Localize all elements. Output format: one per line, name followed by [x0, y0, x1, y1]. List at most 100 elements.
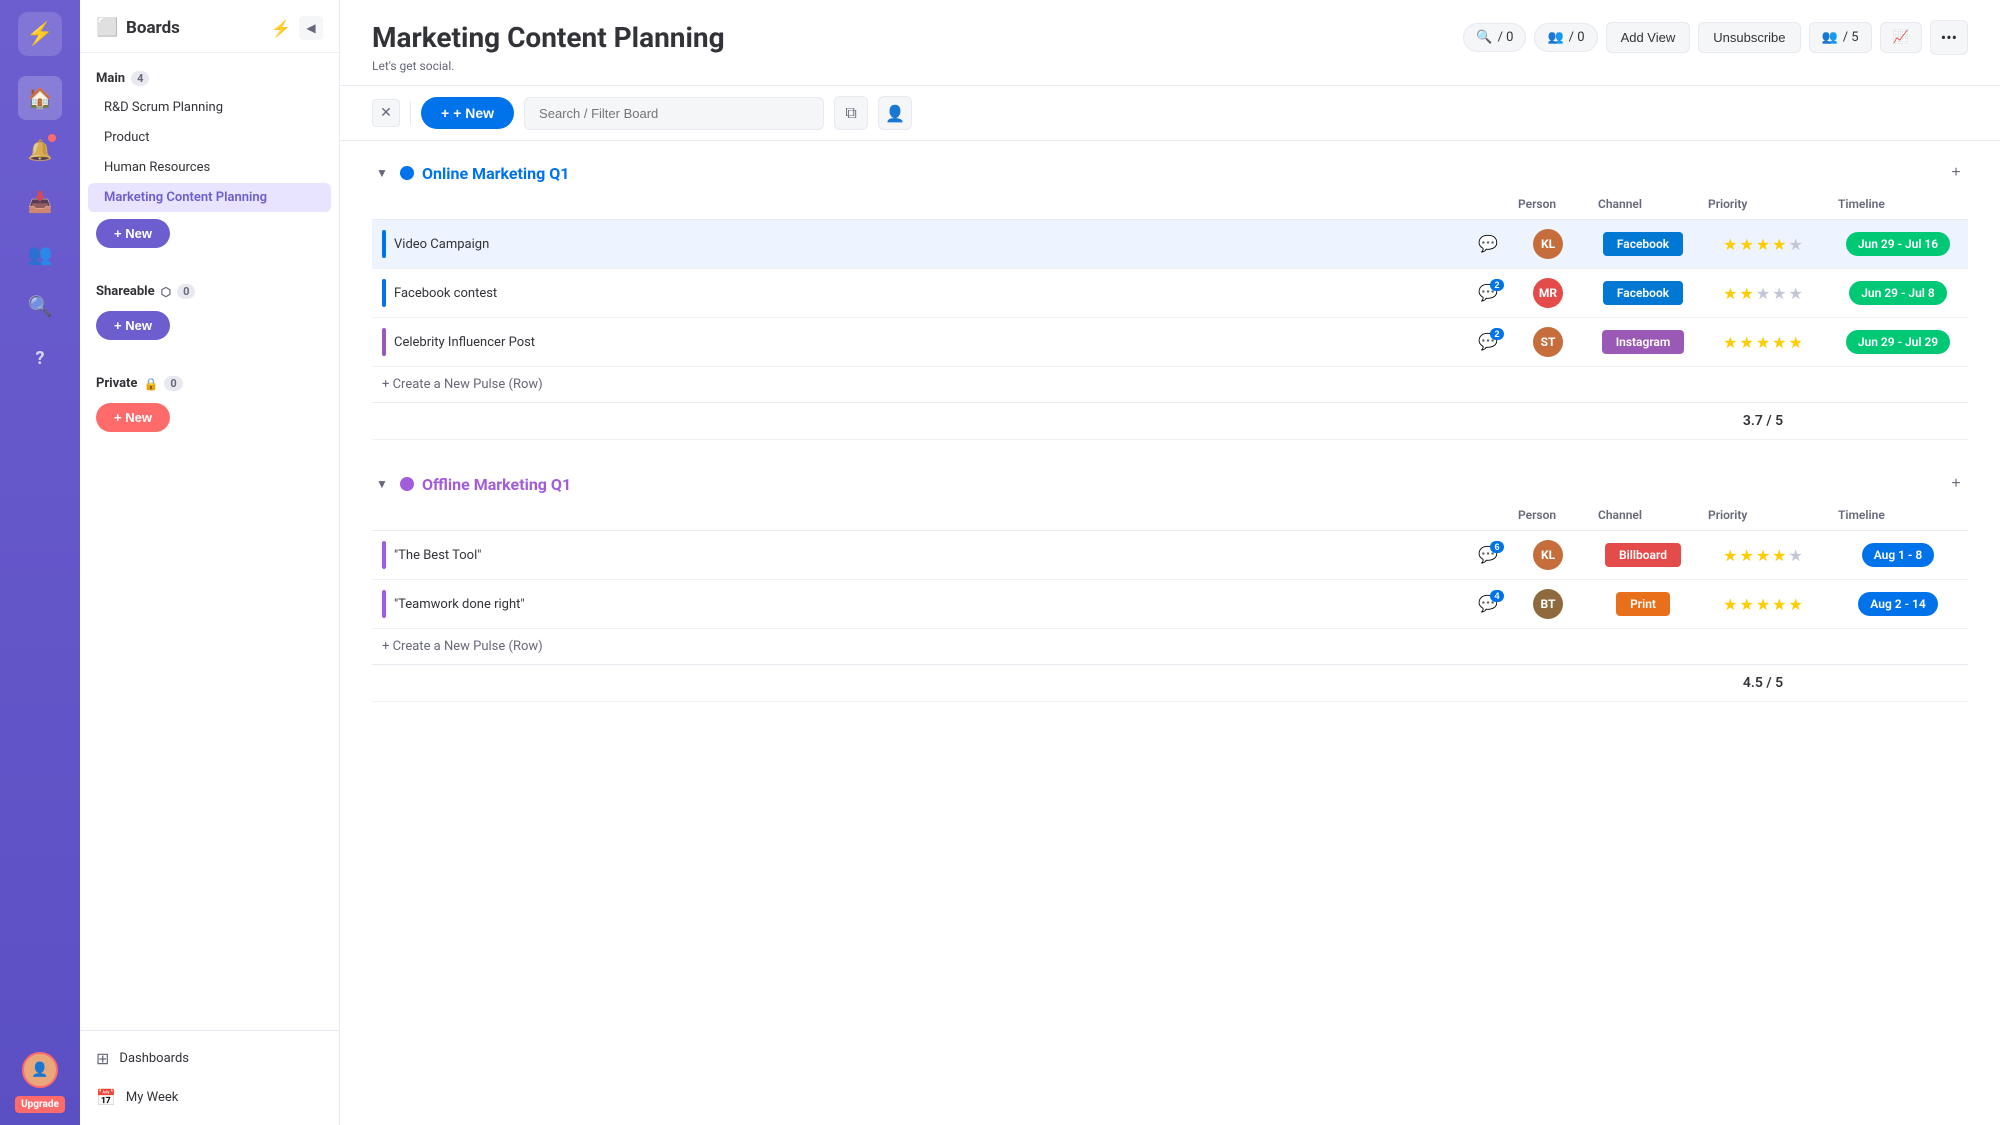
- avg-timeline-empty: [1828, 403, 1968, 440]
- sidebar-item-hr[interactable]: Human Resources: [88, 153, 331, 182]
- avg-empty: [372, 403, 1508, 440]
- person-avatar[interactable]: ST: [1533, 327, 1563, 357]
- create-row-text[interactable]: + Create a New Pulse (Row): [372, 629, 1968, 665]
- nav-logo[interactable]: ⚡: [18, 12, 62, 56]
- chat-count: 2: [1490, 328, 1504, 340]
- upgrade-badge[interactable]: Upgrade: [15, 1096, 65, 1113]
- row-priority-cell: ★ ★ ★ ★ ★: [1698, 269, 1828, 318]
- clear-button[interactable]: ✕: [372, 99, 400, 127]
- stars[interactable]: ★ ★ ★ ★ ★: [1708, 284, 1818, 303]
- row-channel-cell: Print: [1588, 580, 1698, 629]
- star-1: ★: [1723, 235, 1737, 254]
- row-channel-cell: Facebook: [1588, 269, 1698, 318]
- chat-button[interactable]: 💬2: [1478, 283, 1498, 303]
- person-filter-button[interactable]: 👤: [878, 96, 912, 130]
- group-online-add-btn[interactable]: +: [1944, 161, 1968, 185]
- more-button[interactable]: •••: [1930, 20, 1968, 55]
- activity-button[interactable]: 📈: [1880, 22, 1922, 53]
- search-input[interactable]: [524, 97, 824, 130]
- new-item-button[interactable]: + + New: [421, 97, 514, 129]
- sidebar-item-dashboards[interactable]: ⊞ Dashboards: [80, 1039, 339, 1078]
- person-avatar[interactable]: KL: [1533, 540, 1563, 570]
- chat-button[interactable]: 💬2: [1478, 332, 1498, 352]
- group-offline-collapse[interactable]: ▼: [372, 474, 392, 494]
- unsubscribe-button[interactable]: Unsubscribe: [1698, 22, 1800, 53]
- person-avatar[interactable]: BT: [1533, 589, 1563, 619]
- nav-help-icon[interactable]: ?: [18, 336, 62, 380]
- channel-badge[interactable]: Instagram: [1602, 330, 1685, 354]
- avg-person-empty: [1508, 403, 1588, 440]
- row-color-bar: [382, 541, 386, 569]
- sidebar-item-my-week[interactable]: 📅 My Week: [80, 1078, 339, 1117]
- row-name[interactable]: Video Campaign: [394, 237, 1451, 252]
- stars[interactable]: ★ ★ ★ ★ ★: [1708, 235, 1818, 254]
- channel-badge[interactable]: Facebook: [1603, 281, 1683, 305]
- star-5: ★: [1789, 235, 1803, 254]
- sidebar-item-rnd[interactable]: R&D Scrum Planning: [88, 93, 331, 122]
- col-channel: Channel: [1588, 189, 1698, 220]
- channel-badge[interactable]: Print: [1616, 592, 1670, 616]
- search-stat-value: / 0: [1498, 30, 1514, 45]
- star-5: ★: [1789, 333, 1803, 352]
- activity-icon: 📈: [1893, 30, 1909, 45]
- main-new-button[interactable]: + New: [96, 219, 170, 248]
- chat-button[interactable]: 💬4: [1478, 594, 1498, 614]
- nav-inbox-icon[interactable]: 📥: [18, 180, 62, 224]
- timeline-badge[interactable]: Jun 29 - Jul 16: [1846, 232, 1950, 256]
- avg-channel-empty: [1588, 403, 1698, 440]
- group-offline-title[interactable]: Offline Marketing Q1: [422, 475, 571, 494]
- group-online-collapse[interactable]: ▼: [372, 163, 392, 183]
- filter-button[interactable]: ⧉: [834, 96, 868, 130]
- table-header-row: Person Channel Priority Timeline: [372, 189, 1968, 220]
- user-avatar[interactable]: 👤: [22, 1052, 58, 1088]
- members-button[interactable]: 👥 / 5: [1809, 22, 1872, 53]
- sidebar-item-mcp[interactable]: Marketing Content Planning: [88, 183, 331, 212]
- stat-search-pill[interactable]: 🔍 / 0: [1463, 23, 1526, 52]
- timeline-badge[interactable]: Aug 1 - 8: [1862, 543, 1935, 567]
- stars[interactable]: ★ ★ ★ ★ ★: [1708, 595, 1818, 614]
- star-1: ★: [1723, 546, 1737, 565]
- row-name[interactable]: Celebrity Influencer Post: [394, 335, 1451, 350]
- table-row: "The Best Tool" ✏ 💬6 KL Billboard: [372, 531, 1968, 580]
- star-4: ★: [1772, 333, 1786, 352]
- dashboards-icon: ⊞: [96, 1049, 109, 1068]
- nav-home-icon[interactable]: 🏠: [18, 76, 62, 120]
- row-timeline-cell: Aug 2 - 14: [1828, 580, 1968, 629]
- sidebar-item-product[interactable]: Product: [88, 123, 331, 152]
- collapse-btn[interactable]: ◀: [299, 16, 323, 40]
- create-row[interactable]: + Create a New Pulse (Row): [372, 367, 1968, 403]
- create-row[interactable]: + Create a New Pulse (Row): [372, 629, 1968, 665]
- row-priority-cell: ★ ★ ★ ★ ★: [1698, 531, 1828, 580]
- chat-button[interactable]: 💬: [1478, 234, 1498, 254]
- row-name[interactable]: Facebook contest: [394, 286, 1451, 301]
- stat-people-pill[interactable]: 👥 / 0: [1534, 23, 1597, 52]
- person-avatar[interactable]: MR: [1533, 278, 1563, 308]
- nav-people-icon[interactable]: 👥: [18, 232, 62, 276]
- private-new-button[interactable]: + New: [96, 403, 170, 432]
- chat-button[interactable]: 💬6: [1478, 545, 1498, 565]
- create-row-text[interactable]: + Create a New Pulse (Row): [372, 367, 1968, 403]
- table-row: Video Campaign ✏ 💬 KL Facebook: [372, 220, 1968, 269]
- timeline-badge[interactable]: Jun 29 - Jul 8: [1849, 281, 1946, 305]
- sidebar-footer: ⊞ Dashboards 📅 My Week: [80, 1030, 339, 1125]
- timeline-badge[interactable]: Jun 29 - Jul 29: [1846, 330, 1950, 354]
- group-online-title[interactable]: Online Marketing Q1: [422, 164, 569, 183]
- person-avatar[interactable]: KL: [1533, 229, 1563, 259]
- my-week-label: My Week: [126, 1090, 178, 1105]
- shareable-new-button[interactable]: + New: [96, 311, 170, 340]
- row-name[interactable]: "The Best Tool": [394, 548, 1451, 563]
- group-offline-add-btn[interactable]: +: [1944, 472, 1968, 496]
- row-person-cell: KL: [1508, 531, 1588, 580]
- nav-search-icon[interactable]: 🔍: [18, 284, 62, 328]
- timeline-badge[interactable]: Aug 2 - 14: [1858, 592, 1937, 616]
- board-actions: 🔍 / 0 👥 / 0 Add View Unsubscribe 👥 / 5 📈…: [1463, 20, 1968, 55]
- table-header-row: Person Channel Priority Timeline: [372, 500, 1968, 531]
- row-name[interactable]: "Teamwork done right": [394, 597, 1451, 612]
- channel-badge[interactable]: Facebook: [1603, 232, 1683, 256]
- channel-badge[interactable]: Billboard: [1605, 543, 1681, 567]
- star-2: ★: [1739, 595, 1753, 614]
- nav-bell-icon[interactable]: 🔔: [18, 128, 62, 172]
- stars[interactable]: ★ ★ ★ ★ ★: [1708, 546, 1818, 565]
- stars[interactable]: ★ ★ ★ ★ ★: [1708, 333, 1818, 352]
- add-view-button[interactable]: Add View: [1606, 22, 1691, 53]
